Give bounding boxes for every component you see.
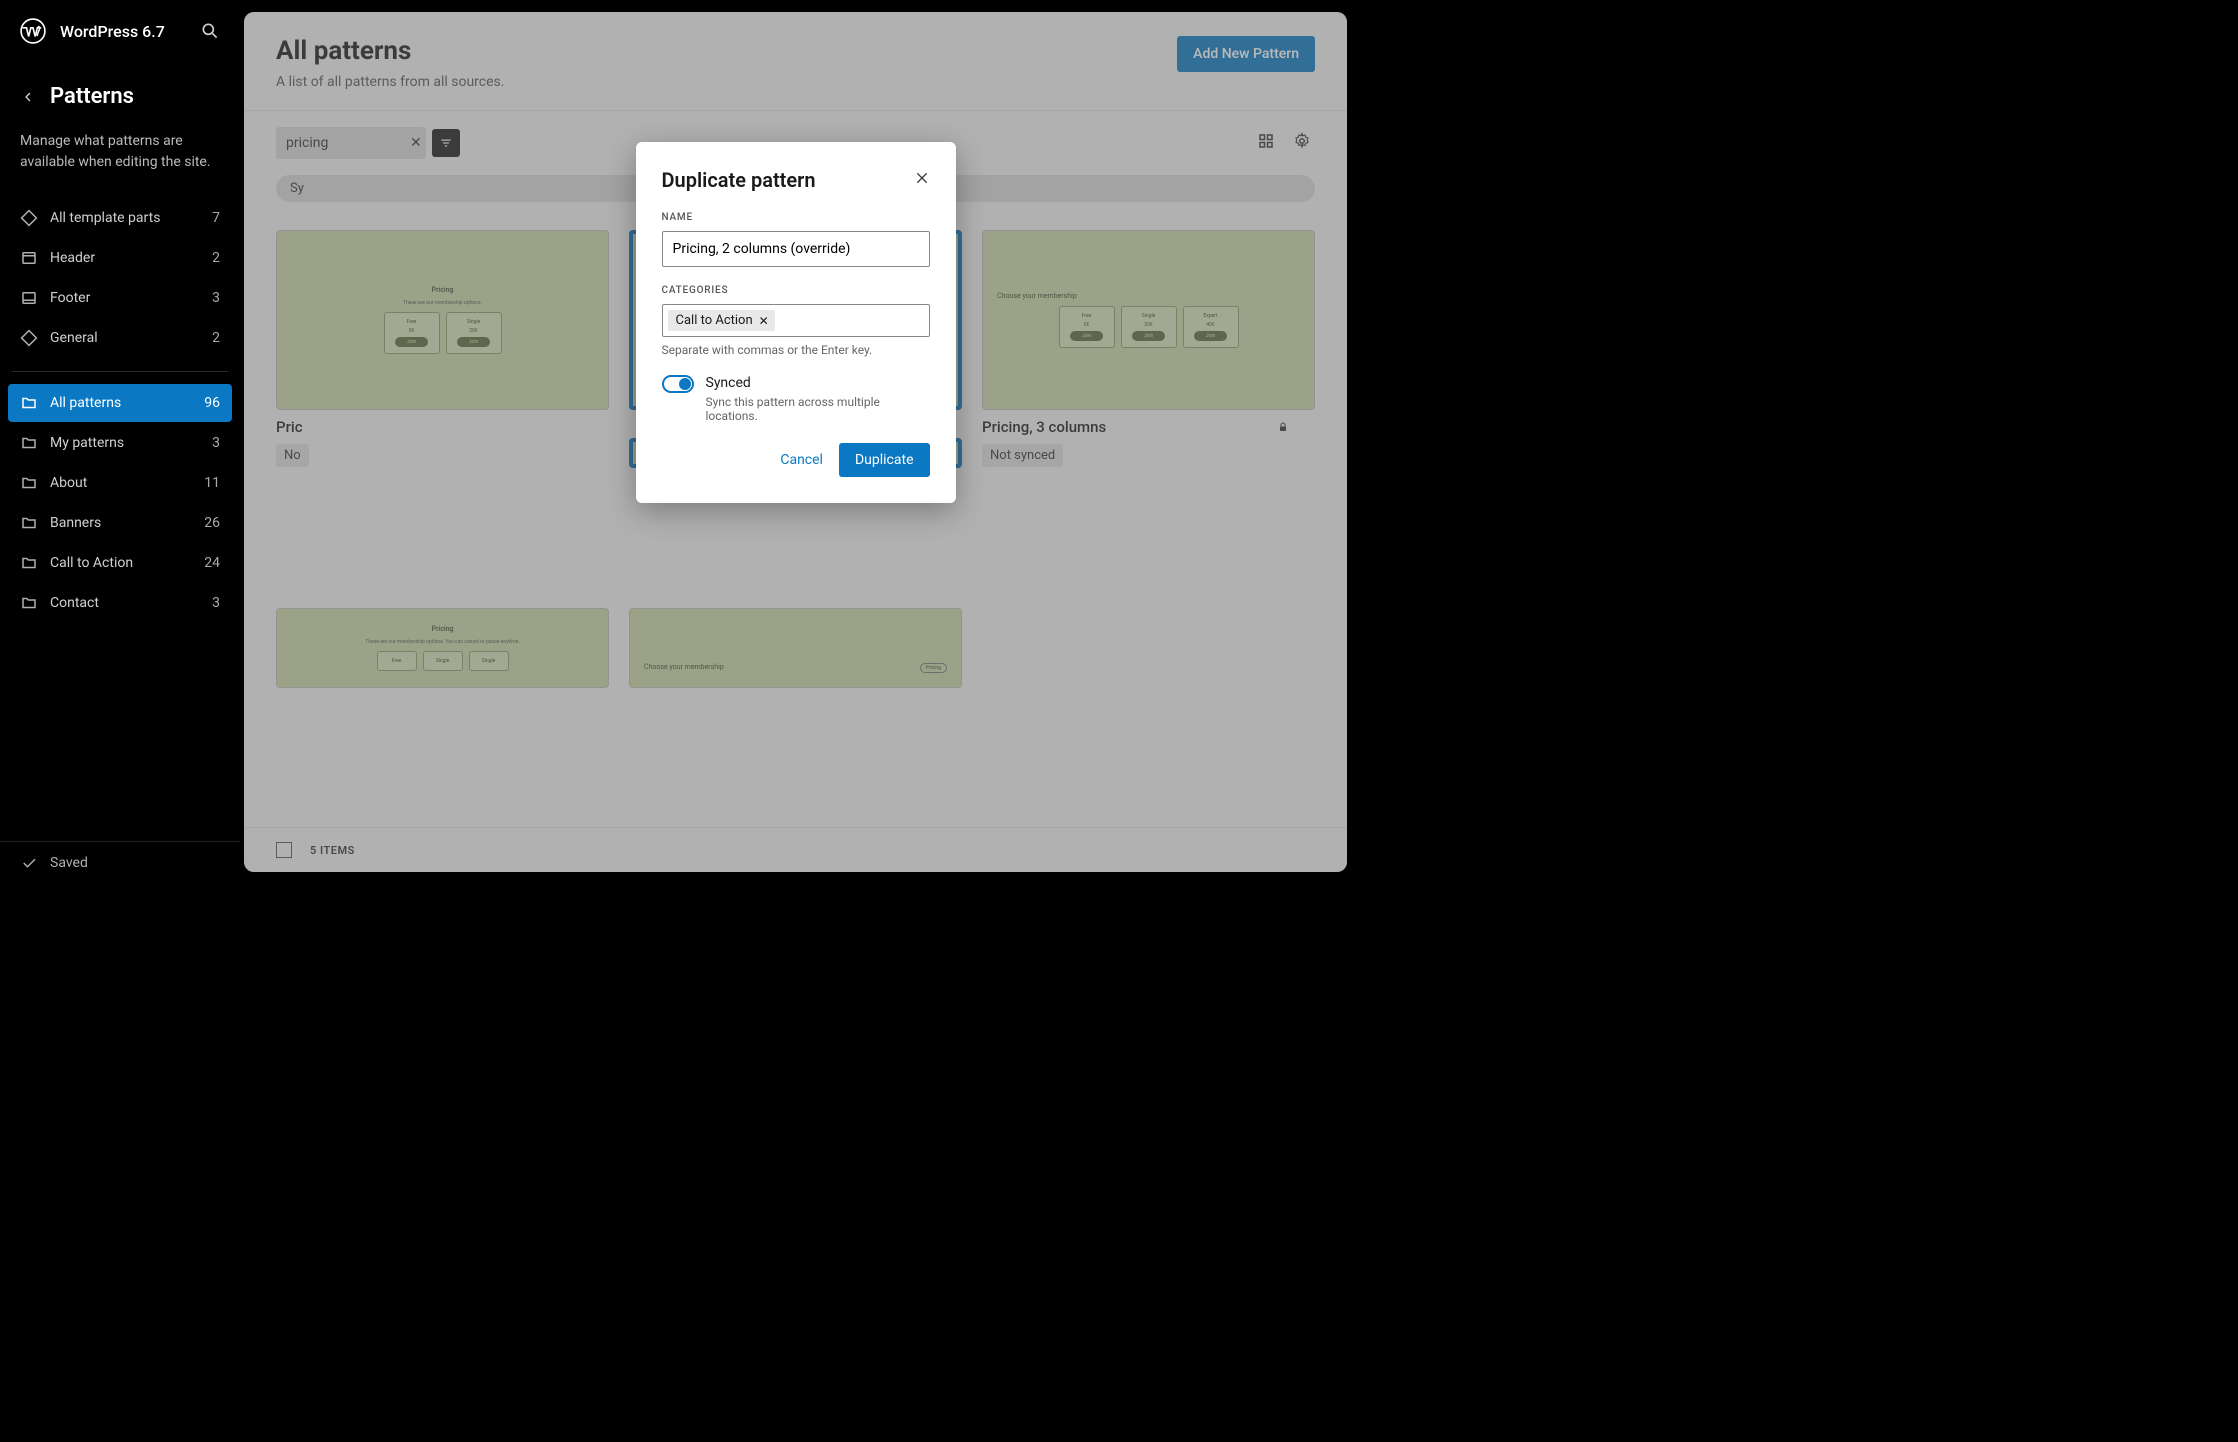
modal-overlay[interactable]: Duplicate pattern Name Categories Call t…	[244, 12, 1347, 872]
nav-count: 2	[212, 250, 220, 266]
nav-item-all-template-parts[interactable]: All template parts 7	[8, 199, 232, 237]
cancel-button[interactable]: Cancel	[780, 452, 823, 468]
synced-description: Sync this pattern across multiple locati…	[706, 395, 930, 423]
categories-field[interactable]: Call to Action ✕	[662, 304, 930, 337]
name-field-label: Name	[662, 212, 930, 223]
saved-label: Saved	[50, 855, 88, 871]
nav-count: 96	[204, 395, 220, 411]
synced-label: Synced	[706, 375, 930, 391]
nav-item-banners[interactable]: Banners 26	[8, 504, 232, 542]
nav-label: Contact	[50, 595, 99, 611]
duplicate-pattern-modal: Duplicate pattern Name Categories Call t…	[636, 142, 956, 503]
close-button[interactable]	[914, 170, 930, 191]
folder-icon	[20, 554, 38, 572]
back-chevron-icon[interactable]	[20, 89, 36, 105]
folder-icon	[20, 514, 38, 532]
nav-label: Footer	[50, 290, 90, 306]
diamond-icon	[20, 209, 38, 227]
nav-item-call-to-action[interactable]: Call to Action 24	[8, 544, 232, 582]
nav-item-my-patterns[interactable]: My patterns 3	[8, 424, 232, 462]
remove-chip-icon[interactable]: ✕	[759, 314, 769, 328]
folder-icon	[20, 474, 38, 492]
top-bar: WordPress 6.7	[0, 0, 240, 56]
nav-label: About	[50, 475, 87, 491]
modal-title: Duplicate pattern	[662, 168, 816, 192]
folder-icon	[20, 594, 38, 612]
check-icon	[20, 854, 38, 872]
saved-status: Saved	[0, 841, 240, 884]
nav-label: Header	[50, 250, 95, 266]
diamond-icon	[20, 329, 38, 347]
nav-label: My patterns	[50, 435, 124, 451]
header-icon	[20, 249, 38, 267]
nav-count: 11	[204, 475, 220, 491]
nav-label: Call to Action	[50, 555, 133, 571]
nav-template-parts: All template parts 7 Header 2 Footer 3 G…	[0, 199, 240, 359]
site-title[interactable]: WordPress 6.7	[60, 22, 165, 41]
footer-icon	[20, 289, 38, 307]
nav-label: All template parts	[50, 210, 160, 226]
categories-hint: Separate with commas or the Enter key.	[662, 343, 930, 357]
nav-label: General	[50, 330, 98, 346]
nav-item-header[interactable]: Header 2	[8, 239, 232, 277]
nav-count: 2	[212, 330, 220, 346]
nav-count: 24	[204, 555, 220, 571]
close-icon	[914, 170, 930, 186]
nav-label: Banners	[50, 515, 101, 531]
nav-item-about[interactable]: About 11	[8, 464, 232, 502]
nav-item-general[interactable]: General 2	[8, 319, 232, 357]
nav-item-footer[interactable]: Footer 3	[8, 279, 232, 317]
nav-item-all-patterns[interactable]: All patterns 96	[8, 384, 232, 422]
duplicate-button[interactable]: Duplicate	[839, 443, 930, 477]
nav-label: All patterns	[50, 395, 121, 411]
nav-count: 3	[212, 595, 220, 611]
wordpress-logo-icon	[20, 18, 46, 44]
synced-toggle[interactable]	[662, 375, 694, 393]
nav-count: 26	[204, 515, 220, 531]
sidebar-heading: Patterns	[50, 84, 134, 109]
chip-label: Call to Action	[676, 313, 753, 328]
nav-count: 3	[212, 435, 220, 451]
divider	[12, 371, 228, 372]
categories-field-label: Categories	[662, 285, 930, 296]
search-icon[interactable]	[200, 21, 220, 41]
nav-count: 3	[212, 290, 220, 306]
category-chip: Call to Action ✕	[668, 310, 775, 331]
nav-item-contact[interactable]: Contact 3	[8, 584, 232, 622]
name-field[interactable]	[662, 231, 930, 267]
sidebar-description: Manage what patterns are available when …	[20, 131, 220, 173]
folder-icon	[20, 434, 38, 452]
main-panel: All patterns A list of all patterns from…	[244, 12, 1347, 872]
folder-icon	[20, 394, 38, 412]
sidebar: WordPress 6.7 Patterns Manage what patte…	[0, 0, 240, 884]
nav-count: 7	[212, 210, 220, 226]
nav-patterns: All patterns 96 My patterns 3 About 11 B…	[0, 384, 240, 624]
